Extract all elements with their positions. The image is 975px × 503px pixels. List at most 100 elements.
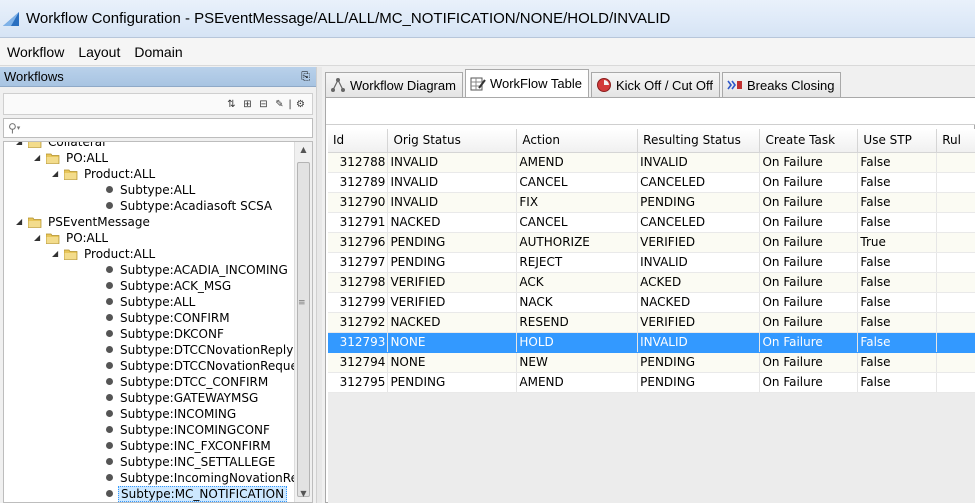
cell-use-stp[interactable]: False <box>857 332 938 353</box>
tab-breaks-closing[interactable]: Breaks Closing <box>722 72 842 97</box>
cell-create-task[interactable]: On Failure <box>759 312 859 333</box>
cell-action[interactable]: REJECT <box>516 252 639 273</box>
search-dropdown-icon[interactable]: ▾ <box>17 124 21 132</box>
expand-arrow-icon[interactable]: ◢ <box>16 142 26 150</box>
cell-action[interactable]: ACK <box>516 272 639 293</box>
cell-create-task[interactable]: On Failure <box>759 352 859 373</box>
tree-node[interactable]: Subtype:ACK_MSG <box>4 278 294 294</box>
settings-icon[interactable]: ⚙ <box>293 97 308 112</box>
cell-id[interactable]: 312797 <box>328 252 389 273</box>
cell-rul[interactable] <box>936 312 975 333</box>
tab-kick-off-cut-off[interactable]: Kick Off / Cut Off <box>590 72 721 97</box>
tree-node[interactable]: ◢ PO:ALL <box>4 150 294 166</box>
column-header-id[interactable]: Id <box>328 129 389 153</box>
cell-rul[interactable] <box>936 252 975 273</box>
tree-search[interactable]: ⚲ ▾ <box>3 118 313 138</box>
scroll-down-icon[interactable]: ▼ <box>295 486 312 502</box>
column-header-use-stp[interactable]: Use STP <box>857 129 938 153</box>
cell-rul[interactable] <box>936 152 975 173</box>
collapse-all-icon[interactable]: ⊞ <box>240 97 255 112</box>
cell-id[interactable]: 312799 <box>328 292 389 313</box>
cell-rul[interactable] <box>936 172 975 193</box>
cell-action[interactable]: NEW <box>516 352 639 373</box>
cell-create-task[interactable]: On Failure <box>759 152 859 173</box>
cell-use-stp[interactable]: False <box>857 312 938 333</box>
table-row[interactable]: 312799 VERIFIED NACK NACKED On Failure False <box>328 292 975 313</box>
cell-id[interactable]: 312798 <box>328 272 389 293</box>
cell-resulting-status[interactable]: VERIFIED <box>637 232 761 253</box>
cell-id[interactable]: 312791 <box>328 212 389 233</box>
table-row[interactable]: 312796 PENDING AUTHORIZE VERIFIED On Failure… <box>328 232 975 253</box>
edit-icon[interactable]: ✎ <box>272 97 287 112</box>
cell-resulting-status[interactable]: CANCELED <box>637 212 761 233</box>
column-header-rul[interactable]: Rul <box>936 129 975 153</box>
column-header-resulting-status[interactable]: Resulting Status <box>637 129 761 153</box>
menu-domain[interactable]: Domain <box>127 44 189 60</box>
tree-node[interactable]: ◢ Collateral <box>4 142 294 150</box>
tab-workflow-table[interactable]: WorkFlow Table <box>464 69 589 97</box>
cell-use-stp[interactable]: False <box>857 172 938 193</box>
cell-action[interactable]: HOLD <box>516 332 639 353</box>
cell-orig-status[interactable]: NONE <box>387 352 518 373</box>
tree-scrollbar[interactable]: ▲ ≡ ▼ <box>294 142 312 502</box>
cell-use-stp[interactable]: False <box>857 292 938 313</box>
cell-rul[interactable] <box>936 352 975 373</box>
cell-orig-status[interactable]: VERIFIED <box>387 272 518 293</box>
cell-resulting-status[interactable]: CANCELED <box>637 172 761 193</box>
cell-rul[interactable] <box>936 372 975 393</box>
column-header-action[interactable]: Action <box>516 129 639 153</box>
cell-id[interactable]: 312794 <box>328 352 389 373</box>
expand-arrow-icon[interactable]: ◢ <box>52 246 62 262</box>
expand-arrow-icon[interactable]: ◢ <box>34 230 44 246</box>
cell-rul[interactable] <box>936 232 975 253</box>
cell-use-stp[interactable]: False <box>857 192 938 213</box>
cell-create-task[interactable]: On Failure <box>759 252 859 273</box>
tree-node[interactable]: Subtype:MC_NOTIFICATION <box>4 486 294 502</box>
cell-orig-status[interactable]: PENDING <box>387 252 518 273</box>
cell-orig-status[interactable]: INVALID <box>387 152 518 173</box>
tree-node[interactable]: Subtype:GATEWAYMSG <box>4 390 294 406</box>
cell-use-stp[interactable]: False <box>857 212 938 233</box>
table-row[interactable]: 312791 NACKED CANCEL CANCELED On Failure Fals… <box>328 212 975 233</box>
tree-node[interactable]: Subtype:ALL <box>4 182 294 198</box>
cell-resulting-status[interactable]: NACKED <box>637 292 761 313</box>
table-row[interactable]: 312797 PENDING REJECT INVALID On Failure Fals… <box>328 252 975 273</box>
pin-icon[interactable]: ⎘ <box>301 70 310 84</box>
table-row[interactable]: 312789 INVALID CANCEL CANCELED On Failure Fal… <box>328 172 975 193</box>
cell-create-task[interactable]: On Failure <box>759 332 859 353</box>
cell-id[interactable]: 312790 <box>328 192 389 213</box>
tree-node[interactable]: Subtype:IncomingNovationRequest <box>4 470 312 486</box>
table-row[interactable]: 312794 NONE NEW PENDING On Failure False <box>328 352 975 373</box>
cell-create-task[interactable]: On Failure <box>759 172 859 193</box>
table-row[interactable]: 312788 INVALID AMEND INVALID On Failure False <box>328 152 975 173</box>
cell-create-task[interactable]: On Failure <box>759 212 859 233</box>
cell-create-task[interactable]: On Failure <box>759 192 859 213</box>
cell-rul[interactable] <box>936 272 975 293</box>
cell-id[interactable]: 312789 <box>328 172 389 193</box>
cell-resulting-status[interactable]: INVALID <box>637 252 761 273</box>
cell-id[interactable]: 312788 <box>328 152 389 173</box>
table-row[interactable]: 312798 VERIFIED ACK ACKED On Failure False <box>328 272 975 293</box>
tree-node[interactable]: Subtype:CONFIRM <box>4 310 294 326</box>
cell-create-task[interactable]: On Failure <box>759 372 859 393</box>
column-header-create-task[interactable]: Create Task <box>759 129 859 153</box>
expand-arrow-icon[interactable]: ◢ <box>16 214 26 230</box>
cell-action[interactable]: AUTHORIZE <box>516 232 639 253</box>
expand-arrow-icon[interactable]: ◢ <box>34 150 44 166</box>
cell-use-stp[interactable]: False <box>857 252 938 273</box>
scroll-up-icon[interactable]: ▲ <box>295 142 312 158</box>
cell-orig-status[interactable]: PENDING <box>387 232 518 253</box>
tree-node[interactable]: Subtype:DTCC_CONFIRM <box>4 374 294 390</box>
cell-id[interactable]: 312795 <box>328 372 389 393</box>
expand-arrow-icon[interactable]: ◢ <box>52 166 62 182</box>
tree-node[interactable]: Subtype:Acadiasoft SCSA <box>4 198 294 214</box>
cell-action[interactable]: RESEND <box>516 312 639 333</box>
cell-rul[interactable] <box>936 332 975 353</box>
cell-use-stp[interactable]: False <box>857 372 938 393</box>
tree-node[interactable]: ◢ PSEventMessage <box>4 214 294 230</box>
tree-node[interactable]: Subtype:DTCCNovationRequest <box>4 358 309 374</box>
cell-resulting-status[interactable]: PENDING <box>637 192 761 213</box>
cell-create-task[interactable]: On Failure <box>759 232 859 253</box>
cell-orig-status[interactable]: NACKED <box>387 312 518 333</box>
cell-action[interactable]: NACK <box>516 292 639 313</box>
